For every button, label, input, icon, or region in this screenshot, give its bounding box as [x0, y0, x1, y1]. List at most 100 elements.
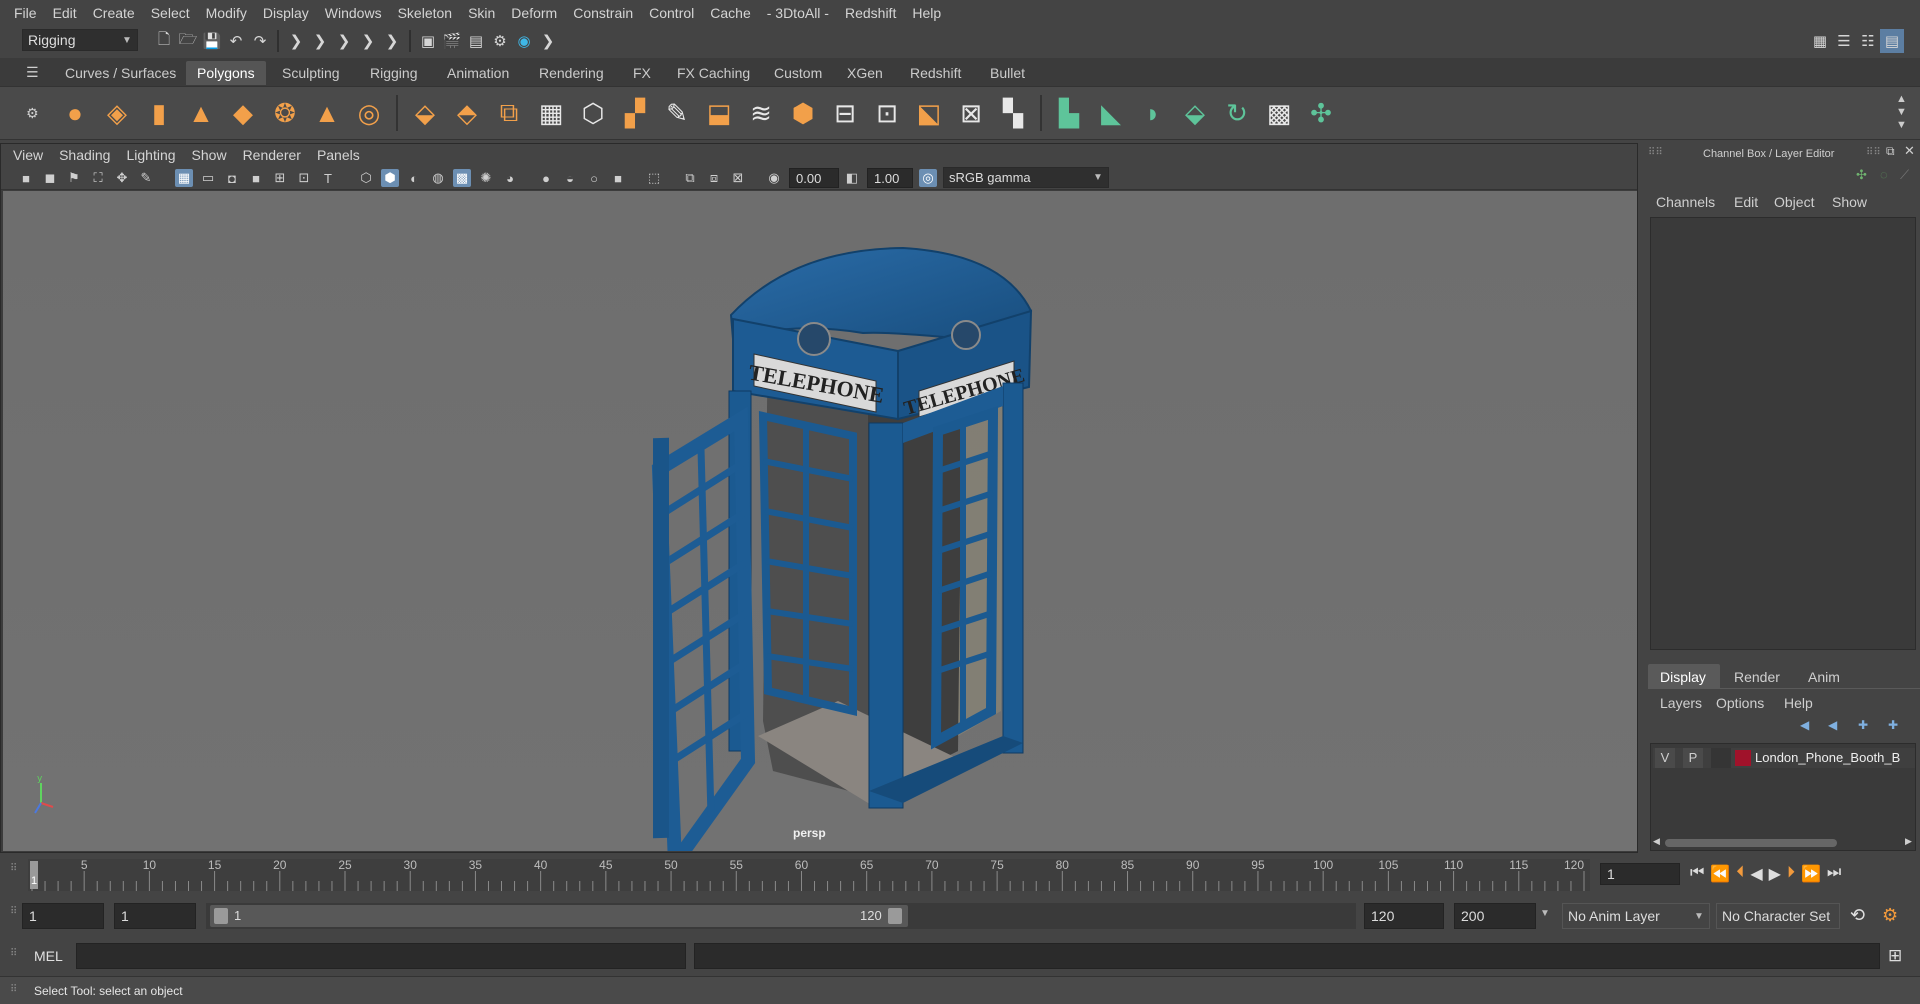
uv-spherical-icon[interactable]: ◗	[1136, 96, 1170, 130]
quadrangulate-icon[interactable]: ▚	[996, 96, 1030, 130]
tab-curves-surfaces[interactable]: Curves / Surfaces	[54, 61, 187, 85]
layer-menu-options[interactable]: Options	[1716, 695, 1764, 711]
menu-deform[interactable]: Deform	[503, 5, 565, 21]
create-layer-from-selected-icon[interactable]: ✚	[1888, 718, 1898, 732]
xray-joints-icon[interactable]: ⧉	[681, 169, 699, 187]
time-ruler[interactable]: 5 10 15 20 25 30 35 40 45 50 55 60 65 70 75 80 85 90 95 100…	[28, 858, 1590, 891]
xray-icon[interactable]: ◍	[429, 169, 447, 187]
snap-icon[interactable]: ❯	[332, 29, 356, 53]
3d-viewport[interactable]: TELEPHONE TELEPHONE y persp	[3, 191, 1637, 851]
layer-row[interactable]: V P London_Phone_Booth_B	[1653, 748, 1915, 768]
menu-create[interactable]: Create	[85, 5, 143, 21]
menu-constrain[interactable]: Constrain	[565, 5, 641, 21]
menu-control[interactable]: Control	[641, 5, 702, 21]
menu-3dtoall[interactable]: - 3DtoAll -	[759, 5, 837, 21]
menu-display[interactable]: Display	[255, 5, 317, 21]
layer-name[interactable]: London_Phone_Booth_B	[1755, 750, 1913, 765]
drag-handle-icon[interactable]: ⠿⠿	[1648, 147, 1663, 158]
save-scene-icon[interactable]: 💾	[200, 29, 224, 53]
menu-set-dropdown[interactable]: Rigging ▼	[22, 29, 138, 51]
bevel-icon[interactable]: ⬢	[786, 96, 820, 130]
poly-torus-icon[interactable]: ❂	[268, 96, 302, 130]
multi-cut-icon[interactable]: ✎	[660, 96, 694, 130]
panel-menu-shading[interactable]: Shading	[51, 147, 118, 163]
layer-color-swatch[interactable]	[1735, 750, 1751, 766]
menu-select[interactable]: Select	[143, 5, 198, 21]
move-layer-up-icon[interactable]: ◀	[1800, 718, 1809, 732]
create-empty-layer-icon[interactable]: ✚	[1858, 718, 1868, 732]
tab-redshift[interactable]: Redshift	[899, 61, 972, 85]
poly-cube-icon[interactable]: ◈	[100, 96, 134, 130]
shadows-icon[interactable]: ◕	[501, 169, 519, 187]
layer-menu-help[interactable]: Help	[1784, 695, 1813, 711]
character-set-dropdown[interactable]: No Character Set	[1716, 903, 1840, 929]
channel-box-menu-show[interactable]: Show	[1832, 194, 1867, 210]
menu-file[interactable]: File	[6, 5, 45, 21]
uv-automatic-icon[interactable]: ⬙	[1178, 96, 1212, 130]
channel-box-area[interactable]	[1650, 217, 1916, 650]
mirror-icon[interactable]: ⧉	[492, 96, 526, 130]
scroll-left-icon[interactable]: ◀	[1653, 836, 1660, 847]
step-forward-key-icon[interactable]: ⏵	[1787, 864, 1795, 884]
layer-menu-layers[interactable]: Layers	[1660, 695, 1702, 711]
animation-preferences-icon[interactable]: ⚙	[1882, 905, 1898, 926]
layer-display-type-toggle[interactable]	[1711, 748, 1731, 768]
tab-fx[interactable]: FX	[622, 61, 662, 85]
channel-box-menu-channels[interactable]: Channels	[1656, 194, 1715, 210]
safe-action-icon[interactable]: ⊡	[295, 169, 313, 187]
channel-box-icon[interactable]: ▤	[1880, 29, 1904, 53]
redo-icon[interactable]: ↷	[248, 29, 272, 53]
poly-cylinder-icon[interactable]: ▮	[142, 96, 176, 130]
uv-planar-icon[interactable]: ▙	[1052, 96, 1086, 130]
extrude-icon[interactable]: ⬡	[576, 96, 610, 130]
shelf-scroll-arrows-icon[interactable]: ▲ ▼ ▼	[1896, 93, 1907, 132]
manipulator-icon[interactable]: ✣	[1856, 167, 1867, 183]
float-panel-icon[interactable]: ⧉	[1886, 144, 1895, 159]
hypershade-icon[interactable]: ◉	[512, 29, 536, 53]
bookmark-icon[interactable]: ⚑	[65, 169, 83, 187]
layer-playback-toggle[interactable]: P	[1683, 748, 1703, 768]
speed-icon[interactable]: ◌	[1880, 167, 1888, 182]
smooth-icon[interactable]: ▦	[534, 96, 568, 130]
backface-culling-icon[interactable]: ⊠	[729, 169, 747, 187]
play-backwards-icon[interactable]: ◀	[1750, 864, 1762, 884]
uv-checker-icon[interactable]: ▩	[1262, 96, 1296, 130]
menu-redshift[interactable]: Redshift	[837, 5, 904, 21]
grid-icon[interactable]: ▦	[175, 169, 193, 187]
xray-active-icon[interactable]: ⧈	[705, 169, 723, 187]
bridge-icon[interactable]: ▞	[618, 96, 652, 130]
panel-menu-view[interactable]: View	[5, 147, 51, 163]
modeling-toolkit-icon[interactable]: ▦	[1808, 29, 1832, 53]
gamma-field[interactable]: 1.00	[867, 168, 913, 188]
field-chart-icon[interactable]: ⊞	[271, 169, 289, 187]
menu-edit[interactable]: Edit	[45, 5, 85, 21]
shelf-settings-gear-icon[interactable]: ⚙	[26, 105, 39, 122]
chevron-down-icon[interactable]: ▼	[1540, 908, 1550, 919]
drag-handle-icon[interactable]: ⠿⠿	[1866, 147, 1881, 158]
playback-end-field[interactable]: 120	[1364, 903, 1444, 929]
playback-start-field[interactable]: 1	[114, 903, 196, 929]
shelf-menu-icon[interactable]: ☰	[26, 64, 39, 81]
tab-sculpting[interactable]: Sculpting	[271, 61, 351, 85]
go-to-start-icon[interactable]: ⏮	[1690, 864, 1704, 884]
selection-mask-icon[interactable]: ❯	[284, 29, 308, 53]
step-back-key-icon[interactable]: ⏴	[1736, 864, 1744, 884]
auto-key-icon[interactable]: ⟲	[1850, 905, 1865, 926]
play-forwards-icon[interactable]: ▶	[1769, 864, 1781, 884]
script-editor-icon[interactable]: ⊞	[1888, 946, 1902, 966]
uv-unfold-icon[interactable]: ↻	[1220, 96, 1254, 130]
attribute-editor-icon[interactable]: ☰	[1832, 29, 1856, 53]
color-management-icon[interactable]: ◎	[919, 169, 937, 187]
snap-icon[interactable]: ❯	[356, 29, 380, 53]
range-start-handle[interactable]	[214, 908, 228, 924]
tab-xgen[interactable]: XGen	[836, 61, 894, 85]
panel-menu-lighting[interactable]: Lighting	[118, 147, 183, 163]
view-transform-dropdown[interactable]: sRGB gamma ▼	[943, 167, 1109, 188]
horizontal-scrollbar[interactable]: ◀ ▶	[1651, 836, 1915, 850]
poly-cone-icon[interactable]: ▲	[184, 96, 218, 130]
film-gate-icon[interactable]: ▭	[199, 169, 217, 187]
tab-animation[interactable]: Animation	[436, 61, 520, 85]
isolate-select-icon[interactable]: ⬚	[645, 169, 663, 187]
poly-pyramid-icon[interactable]: ▲	[310, 96, 344, 130]
exposure-field[interactable]: 0.00	[789, 168, 839, 188]
